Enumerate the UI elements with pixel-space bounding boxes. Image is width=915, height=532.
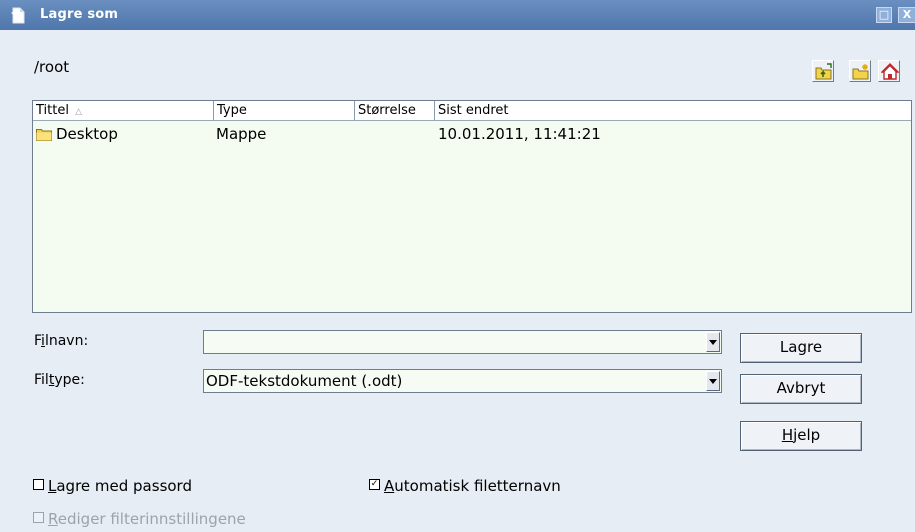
column-header-modified[interactable]: Sist endret: [435, 101, 911, 121]
column-header-size[interactable]: Størrelse: [355, 101, 435, 121]
folder-up-button[interactable]: [812, 60, 834, 82]
column-header-type[interactable]: Type: [214, 101, 355, 121]
help-button[interactable]: Hjelp: [740, 421, 862, 451]
file-modified: 10.01.2011, 11:41:21: [438, 125, 601, 143]
close-icon: X: [902, 8, 912, 21]
current-path: /root: [34, 58, 70, 76]
chevron-down-icon: [709, 340, 717, 345]
filename-label: Filnavn:: [34, 333, 89, 349]
cancel-button[interactable]: Avbryt: [740, 374, 862, 404]
sort-ascending-icon: △: [75, 107, 83, 117]
checkbox-unchecked-icon: [33, 479, 44, 490]
file-list[interactable]: Tittel △ Type Størrelse Sist endret Desk…: [32, 100, 912, 313]
close-button[interactable]: X: [898, 7, 915, 23]
column-header-title[interactable]: Tittel △: [33, 101, 214, 121]
maximize-button[interactable]: □: [876, 7, 892, 23]
file-type: Mappe: [216, 125, 267, 143]
filename-combobox[interactable]: [203, 330, 722, 354]
app-icon: [11, 7, 25, 24]
column-header-title-label: Tittel: [36, 103, 69, 118]
filetype-value: ODF-tekstdokument (.odt): [206, 372, 403, 390]
new-folder-icon: [852, 64, 869, 80]
filetype-select[interactable]: ODF-tekstdokument (.odt): [203, 369, 722, 393]
checkbox-checked-icon: ✓: [369, 479, 380, 490]
folder-up-icon: [815, 63, 832, 80]
filetype-label: Filtype:: [34, 372, 85, 388]
window-title: Lagre som: [40, 7, 119, 22]
filename-dropdown-button[interactable]: [706, 332, 720, 352]
maximize-icon: □: [878, 8, 890, 21]
home-button[interactable]: [878, 60, 900, 82]
chevron-down-icon: [709, 379, 717, 384]
edit-filter-settings-checkbox: Rediger filterinnstillingene: [33, 510, 246, 528]
title-bar[interactable]: Lagre som □ X: [0, 0, 915, 30]
folder-icon: [36, 129, 52, 141]
save-with-password-checkbox[interactable]: Lagre med passord: [33, 477, 192, 495]
checkbox-disabled-icon: [33, 512, 44, 523]
file-name: Desktop: [56, 125, 118, 143]
save-button[interactable]: Lagre: [740, 333, 862, 363]
home-icon: [881, 63, 899, 80]
new-folder-button[interactable]: [849, 60, 871, 82]
filetype-dropdown-button[interactable]: [706, 371, 720, 391]
auto-extension-checkbox[interactable]: ✓ Automatisk filetternavn: [369, 477, 561, 495]
